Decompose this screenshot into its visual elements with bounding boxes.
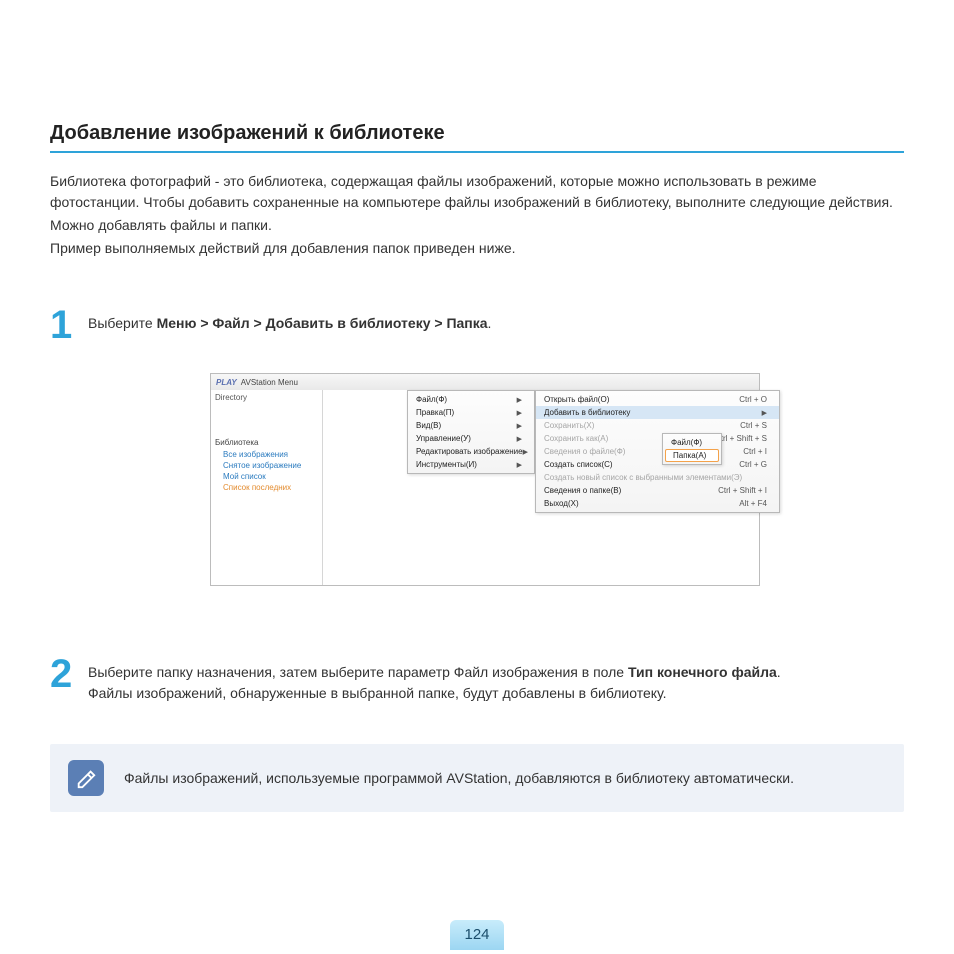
menu2-item[interactable]: Выход(Х) Alt + F4 bbox=[536, 497, 779, 510]
chevron-right-icon: ▶ bbox=[517, 461, 522, 469]
menu-shortcut: Alt + F4 bbox=[719, 499, 767, 508]
step-number: 2 bbox=[50, 656, 76, 692]
intro-line: Можно добавлять файлы и папки. bbox=[50, 215, 904, 236]
menu-shortcut: Ctrl + Shift + I bbox=[698, 486, 767, 495]
sidebar-library-label: Библиотека bbox=[215, 438, 318, 447]
menu2-item[interactable]: Открыть файл(О) Ctrl + O bbox=[536, 393, 779, 406]
menu-label: Выход(Х) bbox=[544, 499, 579, 508]
menu-label: Сохранить как(А) bbox=[544, 434, 608, 443]
note-text: Файлы изображений, используемые программ… bbox=[124, 768, 794, 788]
menu-label: Файл(Ф) bbox=[416, 395, 447, 404]
menu2-item-highlight[interactable]: Добавить в библиотеку ▶ bbox=[536, 406, 779, 419]
sidebar-item[interactable]: Все изображения bbox=[215, 449, 318, 460]
chevron-right-icon: ▶ bbox=[517, 409, 522, 417]
page-number: 124 bbox=[450, 920, 504, 950]
menu-label: Редактировать изображение bbox=[416, 447, 523, 456]
menu2-item: Сведения о файле(Ф) Ctrl + I bbox=[536, 445, 779, 458]
menu-label: Открыть файл(О) bbox=[544, 395, 609, 404]
context-menu-1: Файл(Ф) ▶ Правка(П) ▶ Вид(В) ▶ Управление(У… bbox=[407, 390, 535, 474]
section-heading: Добавление изображений к библиотеке bbox=[50, 122, 904, 153]
menu-label: Вид(В) bbox=[416, 421, 441, 430]
menu-shortcut: Ctrl + I bbox=[723, 447, 767, 456]
menu-label: Файл(Ф) bbox=[671, 438, 702, 447]
step1-bold: Меню > Файл > Добавить в библиотеку > Па… bbox=[157, 315, 488, 331]
menu-shortcut: Ctrl + O bbox=[719, 395, 767, 404]
menu1-item[interactable]: Редактировать изображение▶ bbox=[408, 445, 534, 458]
sidebar-item[interactable]: Снятое изображение bbox=[215, 460, 318, 471]
menu-label: Правка(П) bbox=[416, 408, 454, 417]
menu-label: Создать новый список с выбранными элемен… bbox=[544, 473, 742, 482]
sidebar-directory-label: Directory bbox=[215, 393, 318, 402]
menu-shortcut: Ctrl + S bbox=[720, 421, 767, 430]
menu1-item[interactable]: Инструменты(И) ▶ bbox=[408, 458, 534, 471]
step2-line2: Файлы изображений, обнаруженные в выбран… bbox=[88, 685, 667, 701]
step-number: 1 bbox=[50, 307, 76, 343]
menu-label: Сведения о файле(Ф) bbox=[544, 447, 625, 456]
menu-label: Инструменты(И) bbox=[416, 460, 477, 469]
menu-label: Папка(А) bbox=[673, 451, 706, 460]
screenshot: PLAY AVStation Menu Directory Библиотека… bbox=[210, 373, 904, 586]
app-title: AVStation Menu bbox=[241, 378, 298, 387]
menu-label: Добавить в библиотеку bbox=[544, 408, 630, 417]
menu2-item: Сохранить как(А)Ctrl + Shift + S bbox=[536, 432, 779, 445]
app-logo: PLAY bbox=[216, 378, 237, 387]
app-titlebar: PLAY AVStation Menu bbox=[211, 374, 759, 390]
intro-line: Библиотека фотографий - это библиотека, … bbox=[50, 171, 904, 213]
step-body: Выберите Меню > Файл > Добавить в библио… bbox=[88, 307, 904, 334]
chevron-right-icon: ▶ bbox=[517, 422, 522, 430]
menu2-item[interactable]: Создать список(С) Ctrl + G bbox=[536, 458, 779, 471]
steps-block: 1 Выберите Меню > Файл > Добавить в библ… bbox=[50, 307, 904, 704]
menu-shortcut: Ctrl + G bbox=[719, 460, 767, 469]
intro-line: Пример выполняемых действий для добавлен… bbox=[50, 238, 904, 259]
note-box: Файлы изображений, используемые программ… bbox=[50, 744, 904, 812]
app-body: Directory Библиотека Все изображения Сня… bbox=[211, 390, 759, 585]
menu1-item[interactable]: Вид(В) ▶ bbox=[408, 419, 534, 432]
menu-label: Управление(У) bbox=[416, 434, 471, 443]
menu1-item[interactable]: Управление(У) ▶ bbox=[408, 432, 534, 445]
step-1: 1 Выберите Меню > Файл > Добавить в библ… bbox=[50, 307, 904, 343]
menu1-item[interactable]: Правка(П) ▶ bbox=[408, 406, 534, 419]
menu3-item[interactable]: Файл(Ф) bbox=[663, 436, 721, 449]
context-menu-3: Файл(Ф) Папка(А) bbox=[662, 433, 722, 465]
step2-text: . bbox=[777, 664, 781, 680]
note-icon bbox=[68, 760, 104, 796]
step1-post: . bbox=[488, 315, 492, 331]
menu2-item: Сохранить(Х) Ctrl + S bbox=[536, 419, 779, 432]
context-menu-2: Открыть файл(О) Ctrl + O Добавить в библи… bbox=[535, 390, 780, 513]
menu-label: Создать список(С) bbox=[544, 460, 613, 469]
chevron-right-icon: ▶ bbox=[517, 396, 522, 404]
menu-label: Сведения о папке(В) bbox=[544, 486, 621, 495]
sidebar: Directory Библиотека Все изображения Сня… bbox=[211, 390, 323, 585]
menu2-item: Создать новый список с выбранными элемен… bbox=[536, 471, 779, 484]
menu3-item-highlight[interactable]: Папка(А) bbox=[665, 449, 719, 462]
intro-block: Библиотека фотографий - это библиотека, … bbox=[50, 171, 904, 259]
step-body: Выберите папку назначения, затем выберит… bbox=[88, 656, 904, 704]
step2-bold: Тип конечного файла bbox=[628, 664, 777, 680]
menu-label: Сохранить(Х) bbox=[544, 421, 594, 430]
main-area: Файл(Ф) ▶ Правка(П) ▶ Вид(В) ▶ Управление(У… bbox=[323, 390, 759, 585]
sidebar-item-active[interactable]: Список последних bbox=[215, 482, 318, 493]
app-window: PLAY AVStation Menu Directory Библиотека… bbox=[210, 373, 760, 586]
chevron-right-icon: ▶ bbox=[762, 409, 767, 417]
chevron-right-icon: ▶ bbox=[523, 448, 528, 456]
sidebar-item[interactable]: Мой список bbox=[215, 471, 318, 482]
menu1-item[interactable]: Файл(Ф) ▶ bbox=[408, 393, 534, 406]
menu2-item[interactable]: Сведения о папке(В) Ctrl + Shift + I bbox=[536, 484, 779, 497]
step2-text: Выберите папку назначения, затем выберит… bbox=[88, 664, 628, 680]
step-2: 2 Выберите папку назначения, затем выбер… bbox=[50, 656, 904, 704]
step1-pre: Выберите bbox=[88, 315, 157, 331]
chevron-right-icon: ▶ bbox=[517, 435, 522, 443]
